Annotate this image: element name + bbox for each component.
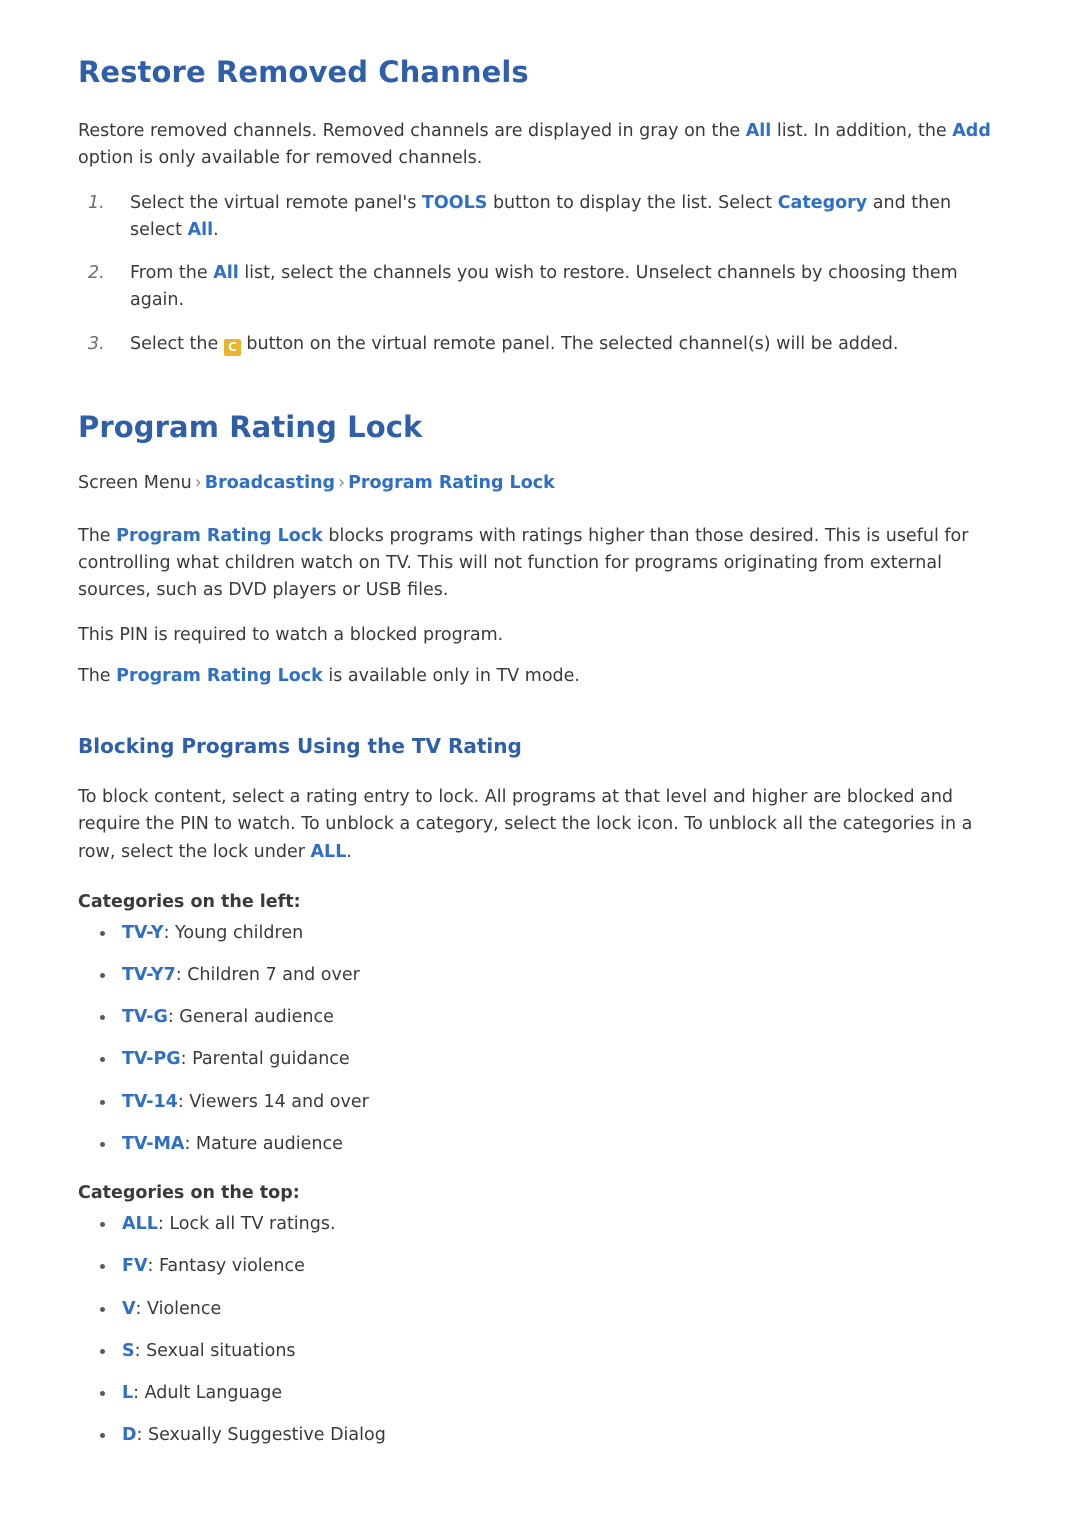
rating-lock-paragraph-3: The Program Rating Lock is available onl…	[78, 663, 1006, 690]
breadcrumb-root: Screen Menu	[78, 473, 192, 494]
rating-code: FV	[122, 1256, 148, 1277]
step1-text-b: button to display the list. Select	[487, 193, 778, 214]
rating-code: TV-MA	[122, 1133, 185, 1154]
restore-intro-all-link: All	[745, 120, 772, 141]
step-number: 3.	[88, 333, 105, 354]
rating-code: TV-G	[122, 1007, 168, 1028]
p1-text-a: The	[78, 525, 117, 546]
categories-left-heading: Categories on the left:	[78, 891, 301, 912]
rating-code: S	[122, 1340, 135, 1361]
rating-desc: : Sexually Suggestive Dialog	[136, 1425, 386, 1446]
list-item: V: Violence	[78, 1296, 1006, 1322]
step1-category-link: Category	[777, 193, 868, 214]
rating-code: V	[122, 1298, 136, 1319]
breadcrumb-separator-icon: ›	[194, 473, 202, 494]
restore-intro-text-a: Restore removed channels. Removed channe…	[78, 120, 746, 141]
rating-desc: : Young children	[163, 922, 304, 943]
rating-desc: : Sexual situations	[134, 1340, 296, 1361]
rating-desc: : Mature audience	[184, 1133, 343, 1154]
restore-step-2: 2. From the All list, select the channels…	[78, 260, 1006, 314]
rating-desc: : Lock all TV ratings.	[157, 1214, 336, 1235]
restore-intro-text-c: option is only available for removed cha…	[78, 147, 483, 168]
list-item: D: Sexually Suggestive Dialog	[78, 1422, 1006, 1448]
rating-desc: : Parental guidance	[180, 1049, 350, 1070]
rating-code: ALL	[122, 1214, 158, 1235]
rating-code: TV-Y7	[122, 964, 176, 985]
restore-step-1: 1. Select the virtual remote panel's TOOL…	[78, 190, 1006, 244]
step1-tools-link: TOOLS	[421, 193, 488, 214]
rating-desc: : Viewers 14 and over	[177, 1091, 369, 1112]
rating-code: TV-PG	[122, 1049, 181, 1070]
p1-program-rating-lock-link: Program Rating Lock	[116, 525, 323, 546]
list-item: TV-Y: Young children	[78, 920, 1006, 946]
list-item: TV-14: Viewers 14 and over	[78, 1089, 1006, 1115]
categories-top-list: ALL: Lock all TV ratings. FV: Fantasy vi…	[78, 1211, 1006, 1449]
step2-text-b: list, select the channels you wish to re…	[130, 263, 958, 311]
page-title-restore-removed-channels: Restore Removed Channels	[78, 55, 529, 89]
rating-lock-paragraph-2: This PIN is required to watch a blocked …	[78, 625, 504, 646]
restore-steps-list: 1. Select the virtual remote panel's TOOL…	[78, 190, 1006, 358]
rating-code: TV-Y	[122, 922, 164, 943]
rating-desc: : Fantasy violence	[147, 1256, 305, 1277]
rating-code: TV-14	[122, 1091, 178, 1112]
step2-text-a: From the	[130, 263, 214, 284]
step3-text-a: Select the	[130, 333, 224, 354]
rating-desc: : General audience	[167, 1007, 334, 1028]
blocking-intro-text-a: To block content, select a rating entry …	[78, 787, 973, 862]
page-content: Restore Removed Channels Restore removed…	[78, 55, 1006, 1465]
step1-text-a: Select the virtual remote panel's	[130, 193, 422, 214]
breadcrumb-item-program-rating-lock: Program Rating Lock	[348, 473, 555, 494]
rating-code: L	[122, 1383, 134, 1404]
list-item: FV: Fantasy violence	[78, 1253, 1006, 1279]
restore-intro-text-b: list. In addition, the	[771, 120, 953, 141]
p3-text-b: is available only in TV mode.	[322, 666, 580, 687]
p3-text-a: The	[78, 666, 117, 687]
breadcrumb: Screen Menu › Broadcasting › Program Rating …	[78, 470, 1006, 496]
categories-left-list: TV-Y: Young children TV-Y7: Children 7 a…	[78, 920, 1006, 1158]
blocking-intro-text-b: .	[346, 841, 352, 862]
breadcrumb-separator-icon: ›	[338, 473, 346, 494]
list-item: TV-MA: Mature audience	[78, 1131, 1006, 1157]
rating-desc: : Violence	[135, 1298, 222, 1319]
step3-text-b: button on the virtual remote panel. The …	[240, 333, 899, 354]
list-item: L: Adult Language	[78, 1380, 1006, 1406]
rating-lock-paragraph-1: The Program Rating Lock blocks programs …	[78, 523, 1006, 604]
step1-text-d: .	[213, 220, 219, 241]
rating-code: D	[122, 1425, 137, 1446]
restore-step-3: 3. Select the C button on the virtual rem…	[78, 331, 1006, 358]
document-page: Restore Removed Channels Restore removed…	[0, 0, 1080, 1527]
blocking-intro-all-link: ALL	[310, 841, 347, 862]
categories-top-heading: Categories on the top:	[78, 1183, 300, 1204]
restore-intro-paragraph: Restore removed channels. Removed channe…	[78, 118, 1006, 172]
p3-program-rating-lock-link: Program Rating Lock	[116, 666, 323, 687]
blocking-intro-paragraph: To block content, select a rating entry …	[78, 784, 1006, 865]
rating-desc: : Children 7 and over	[175, 964, 360, 985]
list-item: TV-G: General audience	[78, 1004, 1006, 1030]
breadcrumb-item-broadcasting: Broadcasting	[204, 473, 336, 494]
section-heading-blocking-programs: Blocking Programs Using the TV Rating	[78, 734, 522, 759]
step-number: 1.	[88, 193, 105, 214]
step2-all-link: All	[213, 263, 239, 284]
list-item: ALL: Lock all TV ratings.	[78, 1211, 1006, 1237]
list-item: S: Sexual situations	[78, 1338, 1006, 1364]
page-title-program-rating-lock: Program Rating Lock	[78, 409, 423, 444]
list-item: TV-PG: Parental guidance	[78, 1046, 1006, 1072]
restore-intro-add-link: Add	[952, 120, 991, 141]
step1-all-link: All	[187, 220, 214, 241]
list-item: TV-Y7: Children 7 and over	[78, 962, 1006, 988]
rating-desc: : Adult Language	[133, 1383, 283, 1404]
c-button-icon: C	[223, 338, 241, 356]
step-number: 2.	[88, 263, 105, 284]
